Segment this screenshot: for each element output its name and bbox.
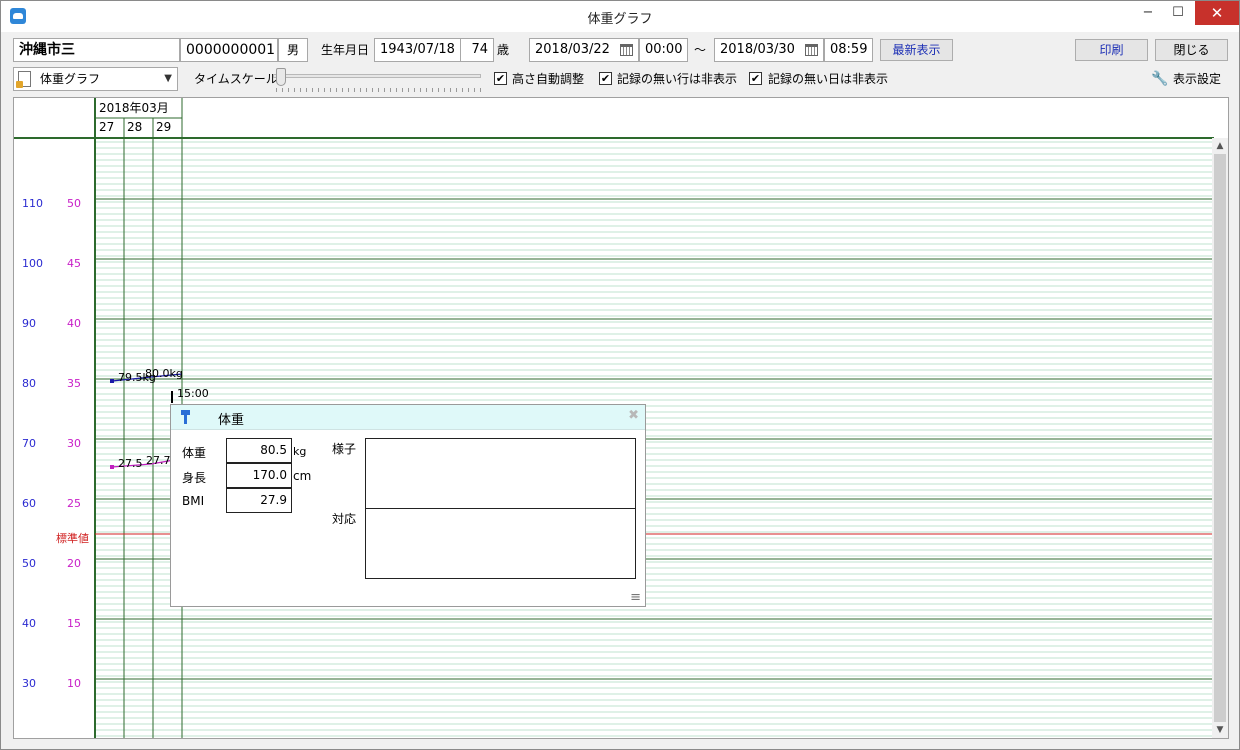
popup-condition-label: 様子	[332, 442, 357, 456]
timescale-label: タイムスケール	[194, 72, 278, 86]
range-separator: 〜	[694, 43, 707, 57]
timescale-slider-thumb[interactable]	[276, 68, 286, 86]
scroll-thumb[interactable]	[1214, 154, 1226, 722]
view-select-value: 体重グラフ	[40, 72, 101, 86]
weight-axis-tick: 80	[22, 377, 36, 390]
end-date-field[interactable]: 2018/03/30	[714, 38, 824, 62]
scroll-up-icon[interactable]: ▲	[1212, 138, 1228, 154]
time-marker-label: 15:00	[177, 387, 209, 400]
popup-bmi-label: BMI	[182, 494, 205, 508]
patient-sex-field: 男	[278, 38, 308, 62]
vertical-scrollbar[interactable]: ▲ ▼	[1212, 138, 1228, 738]
start-time-field[interactable]: 00:00	[639, 38, 688, 62]
weight-axis-tick: 50	[22, 557, 36, 570]
weight-axis-tick: 100	[22, 257, 43, 270]
bmi-axis-tick: 10	[67, 677, 81, 690]
popup-weight-label: 体重	[182, 446, 207, 460]
print-button[interactable]: 印刷	[1075, 39, 1148, 61]
weight-detail-popup: 体重 ✖ 体重 80.5 kg 身長 170.0 cm BMI 27.9 様子 …	[170, 404, 646, 607]
chevron-down-icon: ▼	[164, 73, 172, 84]
minimize-button[interactable]: −	[1133, 1, 1163, 25]
menu-icon[interactable]: ≡	[630, 590, 641, 605]
bmi-axis-tick: 40	[67, 317, 81, 330]
view-select[interactable]: 体重グラフ ▼	[13, 67, 178, 91]
maximize-button[interactable]: ☐	[1163, 1, 1193, 25]
title-bar: 体重グラフ − ☐ ✕	[1, 1, 1239, 32]
weight-axis-tick: 60	[22, 497, 36, 510]
weight-axis-tick: 30	[22, 677, 36, 690]
day-label-29: 29	[156, 120, 171, 134]
popup-height-label: 身長	[182, 471, 207, 485]
popup-title: 体重	[218, 413, 245, 428]
standard-label: 標準値	[56, 531, 89, 545]
weight-axis-tick: 110	[22, 197, 43, 210]
bmi-axis-tick: 45	[67, 257, 81, 270]
window-title: 体重グラフ	[587, 12, 653, 27]
bmi-label-2: 27.7	[146, 454, 171, 467]
popup-height-value: 170.0	[226, 463, 292, 488]
day-label-28: 28	[127, 120, 142, 134]
bmi-label-1: 27.5	[118, 457, 143, 470]
weight-point[interactable]	[110, 379, 114, 383]
weight-axis-tick: 40	[22, 617, 36, 630]
refresh-button[interactable]: 最新表示	[880, 39, 953, 61]
wrench-icon[interactable]: 🔧	[1151, 67, 1168, 91]
bmi-axis-tick: 30	[67, 437, 81, 450]
condition-textbox[interactable]	[365, 438, 636, 509]
hide-empty-days-label: 記録の無い日は非表示	[768, 72, 889, 86]
close-window-button[interactable]: ✕	[1195, 1, 1239, 25]
age-unit-label: 歳	[497, 43, 510, 57]
day-label-27: 27	[99, 120, 114, 134]
weight-axis-tick: 70	[22, 437, 36, 450]
document-lock-icon	[16, 71, 31, 88]
popup-response-label: 対応	[332, 512, 357, 526]
auto-height-label: 高さ自動調整	[512, 72, 585, 86]
patient-name-field: 沖縄市三	[13, 38, 180, 62]
bmi-axis-tick: 25	[67, 497, 81, 510]
weight-graph-window: 体重グラフ − ☐ ✕ 沖縄市三 0000000001 男 生年月日 1943/…	[0, 0, 1240, 750]
age-field: 74	[460, 38, 494, 62]
timescale-slider[interactable]	[273, 74, 481, 78]
bmi-axis-tick: 50	[67, 197, 81, 210]
calendar-icon[interactable]	[620, 44, 633, 56]
popup-height-unit: cm	[293, 469, 312, 483]
calendar-icon[interactable]	[805, 44, 818, 56]
popup-header: 体重 ✖	[171, 405, 645, 430]
pin-icon[interactable]	[181, 410, 190, 424]
bmi-axis-tick: 15	[67, 617, 81, 630]
bmi-point[interactable]	[110, 465, 114, 469]
popup-close-icon[interactable]: ✖	[628, 408, 639, 423]
auto-height-checkbox[interactable]: ✔	[494, 72, 507, 85]
slider-ticks	[276, 88, 481, 92]
scroll-down-icon[interactable]: ▼	[1212, 722, 1228, 738]
popup-bmi-value: 27.9	[226, 488, 292, 513]
end-time-field[interactable]: 08:59	[824, 38, 873, 62]
close-button[interactable]: 閉じる	[1155, 39, 1228, 61]
hide-empty-rows-label: 記録の無い行は非表示	[617, 72, 738, 86]
start-date-value: 2018/03/22	[535, 42, 610, 57]
popup-weight-unit: kg	[293, 445, 307, 458]
weight-label-2: 80.0kg	[145, 367, 183, 380]
birth-date-label: 生年月日	[321, 43, 370, 57]
bmi-axis-tick: 35	[67, 377, 81, 390]
popup-weight-value: 80.5	[226, 438, 292, 463]
response-textbox[interactable]	[365, 508, 636, 579]
hide-empty-days-checkbox[interactable]: ✔	[749, 72, 762, 85]
weight-axis-tick: 90	[22, 317, 36, 330]
display-settings-button[interactable]: 表示設定	[1173, 67, 1221, 91]
bmi-axis-tick: 20	[67, 557, 81, 570]
hide-empty-rows-checkbox[interactable]: ✔	[599, 72, 612, 85]
month-label: 2018年03月	[99, 101, 169, 115]
end-date-value: 2018/03/30	[720, 42, 795, 57]
patient-id-field: 0000000001	[180, 38, 278, 62]
axis-labels: 110 50 100 45 90 40 80 35 70 30 60 25 50 20 40 15 30 10	[22, 197, 81, 690]
birth-date-field: 1943/07/18	[374, 38, 461, 62]
start-date-field[interactable]: 2018/03/22	[529, 38, 639, 62]
